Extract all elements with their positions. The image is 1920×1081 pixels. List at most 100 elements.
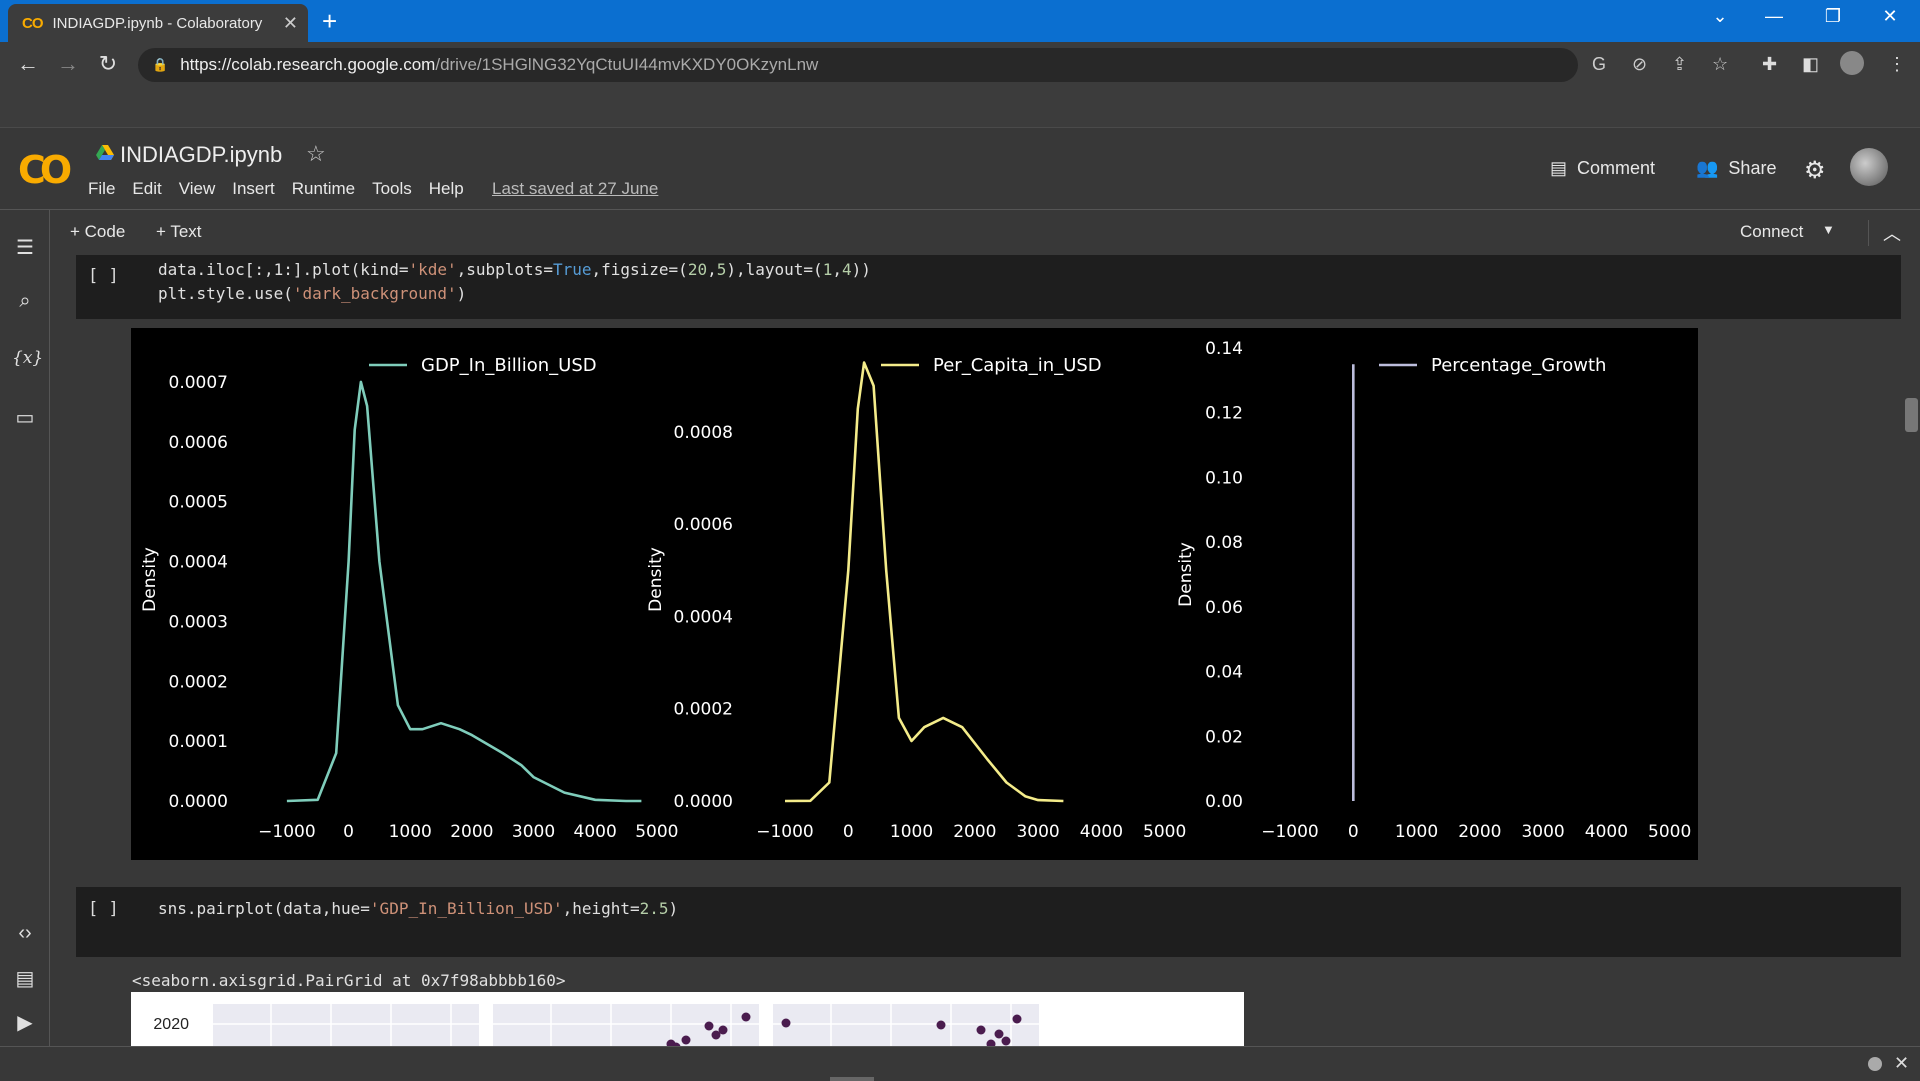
comment-button[interactable]: ▤ Comment (1550, 158, 1655, 179)
reload-icon[interactable]: ↻ (94, 51, 122, 77)
menu-view[interactable]: View (179, 179, 216, 199)
legend-label: GDP_In_Billion_USD (421, 355, 597, 376)
menu-edit[interactable]: Edit (132, 179, 161, 199)
chevron-up-icon[interactable]: ︿ (1868, 220, 1901, 246)
left-sidebar: ☰ ⌕ {x} ▭ ‹› ▤ ▶ (0, 210, 50, 1046)
x-tick-label: 5000 (635, 822, 678, 842)
y-tick-label: 0.0001 (169, 732, 228, 752)
y-tick-label: 0.06 (1205, 598, 1243, 618)
cell-output-text: <seaborn.axisgrid.PairGrid at 0x7f98abbb… (132, 971, 566, 990)
status-bar: ✕ (0, 1046, 1920, 1081)
x-tick-label: 1000 (1395, 822, 1438, 842)
new-tab-button[interactable]: + (322, 6, 337, 37)
y-tick-label: 0.0008 (674, 423, 733, 443)
code-line-1[interactable]: sns.pairplot(data,hue='GDP_In_Billion_US… (158, 899, 678, 918)
people-icon: 👥 (1696, 158, 1719, 178)
notebook-area: [ ] data.iloc[:,1:].plot(kind='kde',subp… (50, 255, 1906, 1046)
y-axis-label: Density (140, 547, 160, 612)
code-snippets-icon[interactable]: ‹› (12, 922, 38, 945)
star-icon[interactable]: ☆ (306, 141, 326, 167)
y-axis-label: Density (646, 547, 666, 612)
avatar[interactable] (1850, 148, 1888, 186)
forward-icon[interactable]: → (54, 51, 82, 77)
run-cell-button[interactable]: [ ] (88, 266, 119, 286)
terminal-icon[interactable]: ▶ (12, 1010, 38, 1035)
y-tick-label: 0.0006 (169, 433, 228, 453)
profile-avatar[interactable] (1840, 51, 1864, 75)
series-line (286, 380, 642, 803)
url-input[interactable]: 🔒 https://colab.research.google.com/driv… (138, 48, 1578, 82)
notebook-title[interactable]: INDIAGDP.ipynb (120, 142, 282, 168)
y-tick-label: 0.04 (1205, 663, 1243, 683)
x-tick-label: 4000 (1080, 822, 1123, 842)
menu-file[interactable]: File (88, 179, 115, 199)
code-cell-2[interactable]: [ ] sns.pairplot(data,hue='GDP_In_Billio… (76, 887, 1901, 957)
tab-title: INDIAGDP.ipynb - Colaboratory (52, 14, 263, 32)
table-of-contents-icon[interactable]: ☰ (12, 235, 38, 260)
menu-help[interactable]: Help (429, 179, 464, 199)
legend-label: Per_Capita_in_USD (933, 355, 1102, 376)
colab-logo[interactable]: CO (18, 148, 72, 192)
extensions-icon[interactable]: ✚ (1762, 54, 1777, 75)
menu-runtime[interactable]: Runtime (292, 179, 355, 199)
x-tick-label: 0 (843, 822, 854, 842)
x-tick-label: 5000 (1648, 822, 1691, 842)
browser-menu-icon[interactable]: ⋮ (1888, 54, 1906, 75)
colab-header: CO INDIAGDP.ipynb ☆ File Edit View Inser… (0, 128, 1920, 210)
back-icon[interactable]: ← (14, 51, 42, 77)
search-icon[interactable]: ⌕ (12, 290, 38, 313)
comment-label: Comment (1577, 158, 1656, 178)
horizontal-scroll-handle[interactable] (830, 1077, 874, 1081)
share-button[interactable]: 👥 Share (1696, 158, 1776, 179)
code-cell-1[interactable]: [ ] data.iloc[:,1:].plot(kind='kde',subp… (76, 255, 1901, 319)
google-icon[interactable]: G (1592, 54, 1606, 75)
y-axis-label: Density (1176, 542, 1196, 607)
x-tick-label: 3000 (1521, 822, 1564, 842)
x-tick-label: 5000 (1143, 822, 1186, 842)
subplot-2: 0.0000 0.0002 0.0004 0.0006 0.0008 −1000 0 1000… (646, 355, 1186, 842)
y-tick-label: 0.0006 (674, 515, 733, 535)
tab-close-icon[interactable]: ✕ (283, 13, 298, 34)
share-page-icon[interactable]: ⇪ (1672, 54, 1687, 75)
y-tick-label: 0.00 (1205, 792, 1243, 812)
chevron-down-icon[interactable]: ▼ (1822, 222, 1835, 237)
side-panel-icon[interactable]: ◧ (1802, 54, 1819, 75)
menu-tools[interactable]: Tools (372, 179, 412, 199)
code-line-2[interactable]: plt.style.use('dark_background') (158, 284, 466, 303)
minimize-button[interactable]: — (1754, 6, 1794, 27)
x-tick-label: 3000 (512, 822, 555, 842)
run-cell-button[interactable]: [ ] (88, 899, 119, 919)
y-tick-label: 0.12 (1205, 404, 1243, 424)
series-line (784, 361, 1064, 803)
gear-icon[interactable]: ⚙ (1804, 156, 1826, 185)
add-text-button[interactable]: + Text (156, 222, 202, 242)
close-icon[interactable]: ✕ (1894, 1053, 1909, 1074)
add-code-button[interactable]: + Code (70, 222, 125, 242)
y-tick-label: 0.0000 (674, 792, 733, 812)
share-label: Share (1728, 158, 1777, 178)
tab-search-icon[interactable]: ⌄ (1700, 6, 1740, 27)
kde-plot-output: 0.0000 0.0001 0.0002 0.0003 0.0004 0.0005 0.00… (131, 328, 1698, 860)
menu-insert[interactable]: Insert (232, 179, 275, 199)
x-tick-label: −1000 (1261, 822, 1319, 842)
command-palette-icon[interactable]: ▤ (12, 966, 38, 991)
scrollbar[interactable] (1905, 398, 1918, 432)
x-tick-label: 3000 (1016, 822, 1059, 842)
eye-off-icon[interactable]: ⊘ (1632, 54, 1647, 75)
browser-tab[interactable]: CO INDIAGDP.ipynb - Colaboratory ✕ (8, 4, 308, 42)
close-window-button[interactable]: ✕ (1870, 6, 1910, 27)
y-tick-label: 0.0000 (169, 792, 228, 812)
connect-button[interactable]: Connect (1740, 222, 1803, 242)
restore-button[interactable]: ❐ (1813, 6, 1853, 27)
pair-y-tick: 2020 (153, 1016, 189, 1033)
code-line-1[interactable]: data.iloc[:,1:].plot(kind='kde',subplots… (158, 260, 871, 279)
x-tick-label: −1000 (258, 822, 316, 842)
last-saved-link[interactable]: Last saved at 27 June (492, 179, 658, 199)
variables-icon[interactable]: {x} (12, 348, 43, 368)
x-tick-label: 1000 (389, 822, 432, 842)
bookmark-star-icon[interactable]: ☆ (1712, 54, 1728, 75)
colab-favicon-icon: CO (22, 14, 43, 32)
menu-bar: File Edit View Insert Runtime Tools Help (88, 179, 481, 199)
folder-icon[interactable]: ▭ (12, 405, 38, 430)
x-tick-label: −1000 (756, 822, 814, 842)
